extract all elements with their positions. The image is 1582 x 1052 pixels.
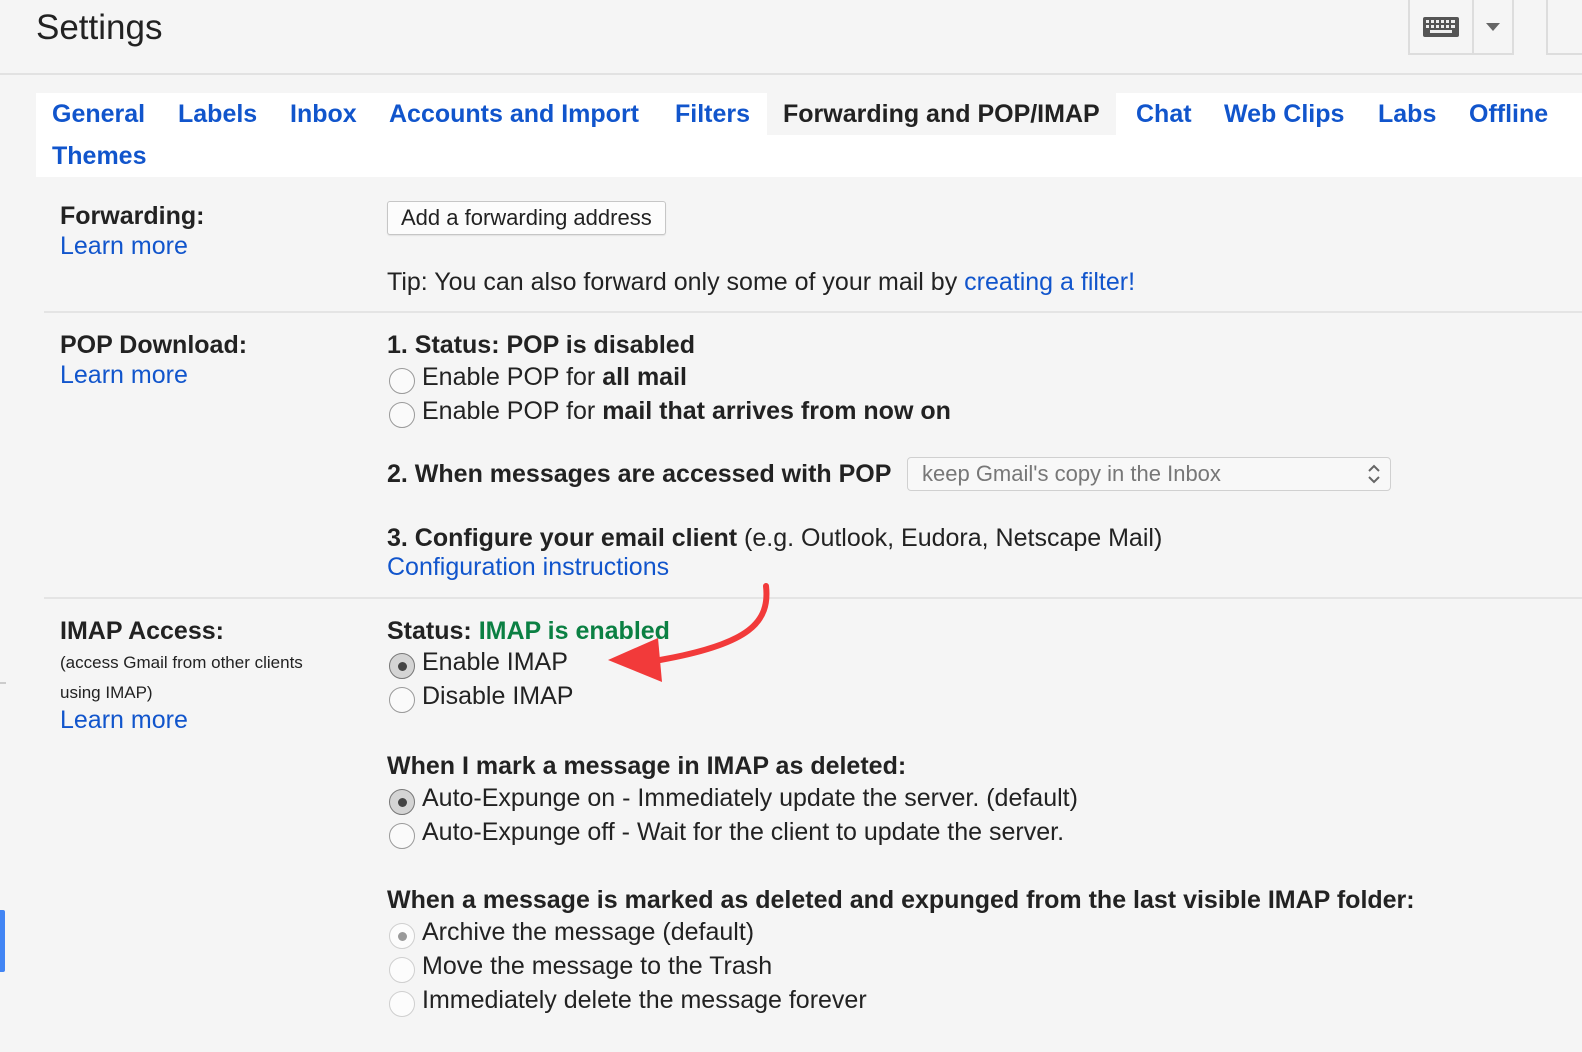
- expunge-on-label: Auto-Expunge on - Immediately update the…: [422, 784, 1078, 812]
- enable-imap-radio[interactable]: [389, 653, 415, 679]
- section-divider: [44, 597, 1582, 599]
- tab-offline[interactable]: Offline: [1469, 100, 1548, 129]
- imap-access-label: IMAP Access:: [60, 617, 224, 645]
- imap-description-line2: using IMAP): [60, 683, 153, 702]
- delete-forever-label: Immediately delete the message forever: [422, 986, 867, 1014]
- forwarding-learn-more-link[interactable]: Learn more: [60, 232, 188, 261]
- select-arrows-icon: [1368, 464, 1380, 484]
- imap-learn-more-link[interactable]: Learn more: [60, 706, 188, 735]
- pop-from-now-prefix: Enable POP for: [422, 397, 603, 425]
- left-accent-bar: [0, 910, 5, 972]
- tab-themes[interactable]: Themes: [52, 142, 146, 171]
- pop-from-now-radio[interactable]: [389, 402, 415, 428]
- create-filter-link[interactable]: creating a filter!: [964, 268, 1135, 296]
- tab-forwarding-pop-imap[interactable]: Forwarding and POP/IMAP: [767, 93, 1116, 135]
- pop-all-mail-prefix: Enable POP for: [422, 363, 603, 391]
- move-to-trash-radio[interactable]: [389, 957, 415, 983]
- disable-imap-radio[interactable]: [389, 687, 415, 713]
- imap-description-line1: (access Gmail from other clients: [60, 653, 303, 672]
- tab-labels[interactable]: Labels: [178, 100, 257, 129]
- settings-content: [36, 177, 1582, 1052]
- settings-tabs: General Labels Inbox Accounts and Import…: [36, 93, 1582, 177]
- pop-configure-bold: 3. Configure your email client: [387, 524, 738, 552]
- pop-from-now-bold: mail that arrives from now on: [602, 397, 951, 425]
- pop-all-mail-option: Enable POP for all mail: [422, 363, 687, 392]
- left-edge-tick: [0, 682, 6, 684]
- tab-inbox[interactable]: Inbox: [290, 100, 357, 129]
- tab-labs[interactable]: Labs: [1378, 100, 1436, 129]
- pop-learn-more-link[interactable]: Learn more: [60, 361, 188, 390]
- section-divider: [44, 311, 1582, 313]
- forwarding-label: Forwarding:: [60, 202, 205, 230]
- expunge-off-radio[interactable]: [389, 823, 415, 849]
- pop-download-label: POP Download:: [60, 331, 248, 359]
- delete-forever-radio[interactable]: [389, 991, 415, 1017]
- input-tools-button[interactable]: [1408, 0, 1474, 55]
- forwarding-tip-text: Tip: You can also forward only some of y…: [387, 268, 965, 296]
- imap-expunged-heading: When a message is marked as deleted and …: [387, 886, 1415, 914]
- imap-status-prefix: Status:: [387, 617, 479, 645]
- pop-configure-rest: (e.g. Outlook, Eudora, Netscape Mail): [737, 524, 1163, 552]
- add-forwarding-address-button[interactable]: Add a forwarding address: [387, 201, 666, 235]
- header-edge: [1546, 0, 1582, 55]
- keyboard-icon: [1423, 16, 1459, 37]
- forwarding-tip: Tip: You can also forward only some of y…: [387, 268, 1135, 297]
- move-to-trash-label: Move the message to the Trash: [422, 952, 773, 980]
- pop-accessed-label: 2. When messages are accessed with POP: [387, 460, 892, 488]
- enable-imap-label: Enable IMAP: [422, 648, 568, 676]
- imap-deleted-heading: When I mark a message in IMAP as deleted…: [387, 752, 907, 780]
- input-tools-dropdown[interactable]: [1474, 0, 1514, 55]
- expunge-on-radio[interactable]: [389, 789, 415, 815]
- chevron-down-icon: [1486, 22, 1500, 31]
- archive-message-label: Archive the message (default): [422, 918, 755, 946]
- pop-accessed-select[interactable]: keep Gmail's copy in the Inbox: [907, 457, 1391, 491]
- pop-configure-text: 3. Configure your email client (e.g. Out…: [387, 524, 1162, 553]
- tab-filters[interactable]: Filters: [675, 100, 750, 129]
- archive-message-radio[interactable]: [389, 923, 415, 949]
- disable-imap-label: Disable IMAP: [422, 682, 574, 710]
- pop-all-mail-radio[interactable]: [389, 368, 415, 394]
- pop-status: 1. Status: POP is disabled: [387, 331, 695, 359]
- pop-from-now-option: Enable POP for mail that arrives from no…: [422, 397, 951, 426]
- tab-general[interactable]: General: [52, 100, 145, 129]
- page-title: Settings: [36, 8, 163, 47]
- pop-all-mail-bold: all mail: [602, 363, 687, 391]
- expunge-off-label: Auto-Expunge off - Wait for the client t…: [422, 818, 1065, 846]
- tab-web-clips[interactable]: Web Clips: [1224, 100, 1344, 129]
- tab-chat[interactable]: Chat: [1136, 100, 1192, 129]
- tab-accounts-and-import[interactable]: Accounts and Import: [389, 100, 639, 129]
- settings-header: Settings: [0, 0, 1582, 75]
- annotation-arrow: [608, 583, 770, 682]
- pop-accessed-value: keep Gmail's copy in the Inbox: [922, 461, 1221, 486]
- configuration-instructions-link[interactable]: Configuration instructions: [387, 553, 669, 582]
